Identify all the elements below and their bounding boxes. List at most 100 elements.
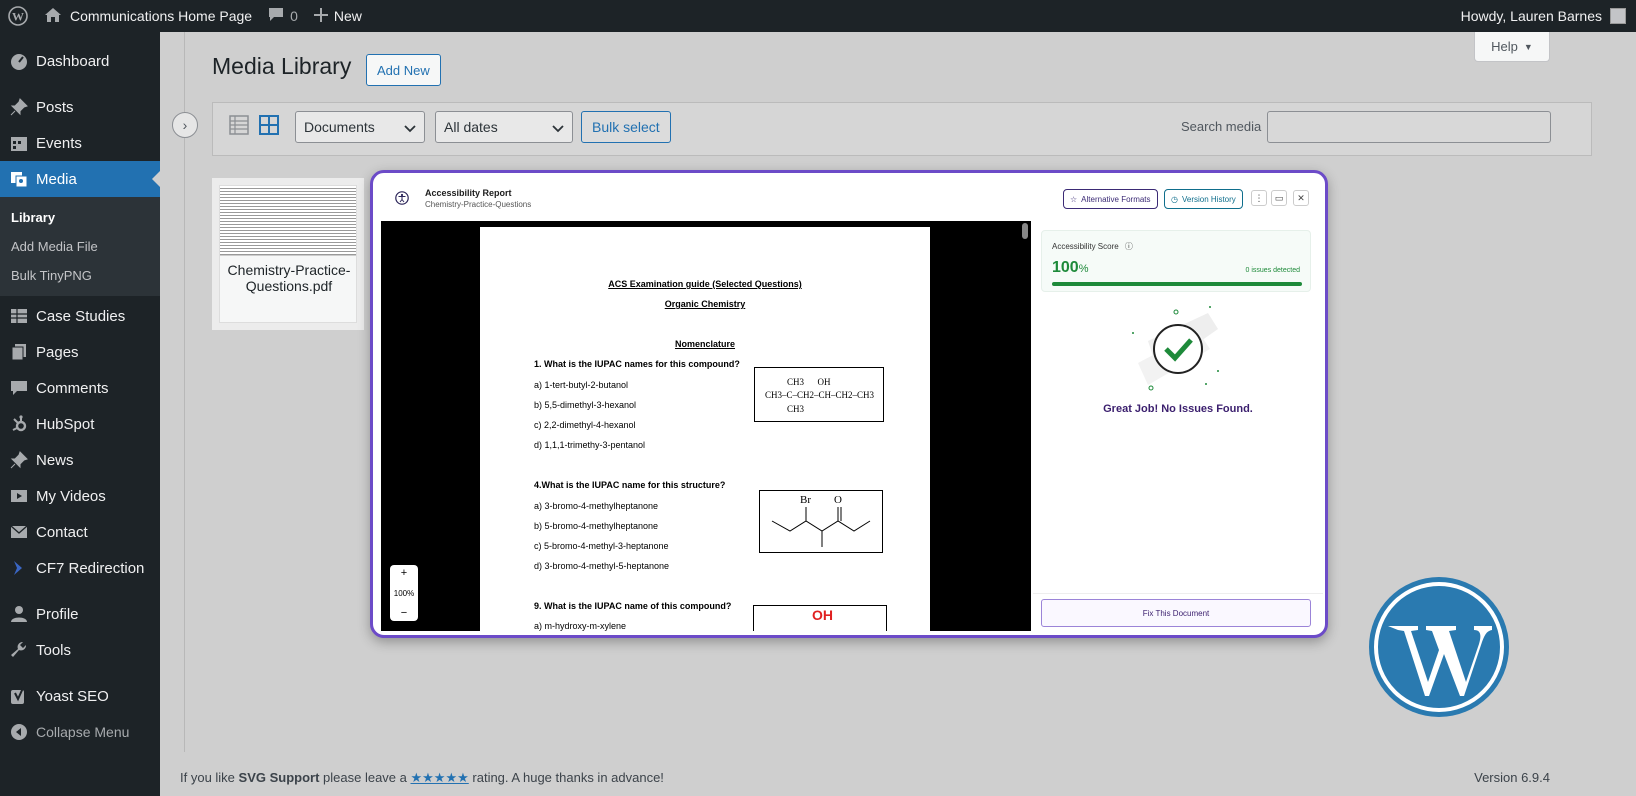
viewer-scrollbar[interactable] [1022,223,1028,239]
triangle-down-icon: ▼ [1523,41,1533,52]
menu-comments[interactable]: Comments [0,370,160,406]
question-9: 9. What is the IUPAC name of this compou… [534,601,732,611]
new-content-link[interactable]: New [306,0,370,32]
pdf-viewer[interactable]: ACS Examination guide (Selected Question… [381,221,1031,631]
menu-label: Collapse Menu [36,724,130,740]
pages-icon [8,343,30,361]
my-account[interactable]: Howdy, Lauren Barnes [1461,8,1636,24]
submenu-library[interactable]: Library [0,203,160,232]
footer-mid: please leave a [319,770,411,785]
admin-bar: W Communications Home Page 0 New Howdy, … [0,0,1636,32]
menu-dashboard[interactable]: Dashboard [0,43,160,79]
menu-label: Pages [36,343,79,361]
menu-news[interactable]: News [0,442,160,478]
accessibility-score-card: Accessibility Score ⓘ 100% 0 issues dete… [1041,230,1311,292]
menu-case-studies[interactable]: Case Studies [0,298,160,334]
menu-label: My Videos [36,487,106,505]
media-toolbar: Documents All dates Bulk select Search m… [212,102,1592,156]
struct1-main-label: CH3–C–CH2–CH–CH2–CH3 [765,390,875,400]
divider [1033,593,1323,594]
score-progress-bar [1052,282,1302,286]
q4-option-b: b) 5-bromo-4-methylheptanone [534,521,659,531]
attachment-filename: Chemistry-Practice-Questions.pdf [227,262,351,294]
layout-toggle-icon[interactable]: ▭ [1271,190,1287,206]
submenu-add-media-file[interactable]: Add Media File [0,232,160,261]
menu-my-videos[interactable]: My Videos [0,478,160,514]
zoom-control: + 100% − [390,565,418,621]
q1-option-b: b) 5,5-dimethyl-3-hexanol [534,400,637,410]
score-label-row: Accessibility Score ⓘ [1052,241,1133,252]
chevron-down-icon [552,121,564,137]
bulk-select-button[interactable]: Bulk select [581,111,671,143]
list-view-icon[interactable] [229,115,249,140]
menu-media[interactable]: Media [0,161,160,197]
hubspot-sprocket-icon [8,415,30,433]
fix-document-button[interactable]: Fix This Document [1041,599,1311,627]
help-tab-button[interactable]: Help ▼ [1474,32,1550,62]
wordpress-logo-icon[interactable]: W [0,0,36,32]
menu-tools[interactable]: Tools [0,632,160,668]
calendar-icon [8,134,30,152]
zoom-out-icon[interactable]: − [401,607,407,619]
menu-label: Tools [36,641,72,659]
comment-bubble-icon [8,379,30,397]
wordpress-watermark-icon [1369,577,1509,717]
struct3-oh-label: OH [812,607,833,623]
q1-option-a: a) 1-tert-butyl-2-butanol [534,380,629,390]
new-label: New [333,8,362,24]
help-label: Help [1491,39,1518,54]
menu-yoast-seo[interactable]: Yoast SEO [0,678,160,714]
avatar [1610,8,1626,24]
search-input[interactable] [1267,111,1551,143]
alternative-formats-button[interactable]: ☆ Alternative Formats [1063,189,1158,209]
zoom-level: 100% [393,588,415,598]
struct2-br-label: Br [800,494,811,506]
score-value: 100 [1052,259,1079,276]
page-title: Media Library [212,53,352,79]
collapse-menu-button[interactable]: Collapse Menu [0,714,160,750]
zoom-in-icon[interactable]: + [401,567,407,579]
attachment-tile[interactable]: Chemistry-Practice-Questions.pdf [212,178,364,330]
more-options-icon[interactable]: ⋮ [1251,190,1267,206]
version-text: Version 6.9.4 [1474,770,1550,785]
video-play-icon [8,487,30,505]
close-icon[interactable]: ✕ [1293,190,1309,206]
info-icon[interactable]: ⓘ [1125,242,1133,251]
doc-title: ACS Examination guide (Selected Question… [608,279,802,289]
filter-date-select[interactable]: All dates [435,111,573,143]
version-history-button[interactable]: ◷ Version History [1164,189,1243,209]
view-switch [229,115,279,140]
pushpin-icon [8,451,30,469]
comments-link[interactable]: 0 [260,0,306,32]
svg-text:W: W [12,10,24,24]
structure-3-image: OH [753,605,887,631]
menu-cf7-redirection[interactable]: CF7 Redirection [0,550,160,586]
accessibility-report-modal: Accessibility Report Chemistry-Practice-… [370,170,1328,638]
menu-posts[interactable]: Posts [0,89,160,125]
menu-hubspot[interactable]: HubSpot [0,406,160,442]
site-name-link[interactable]: Communications Home Page [36,0,260,32]
menu-contact[interactable]: Contact [0,514,160,550]
menu-profile[interactable]: Profile [0,596,160,632]
submenu-bulk-tinypng[interactable]: Bulk TinyPNG [0,261,160,290]
comments-count: 0 [290,8,298,24]
menu-label: Yoast SEO [36,687,109,705]
menu-label: HubSpot [36,415,95,433]
menu-pages[interactable]: Pages [0,334,160,370]
alt-formats-label: Alternative Formats [1081,194,1151,204]
plus-icon [313,7,328,25]
chevron-right-icon[interactable]: › [172,112,198,138]
menu-label: News [36,451,74,469]
grid-view-icon[interactable] [259,115,279,140]
admin-sidebar: Dashboard Posts Events Media Library Add… [0,32,160,796]
doc-subtitle: Organic Chemistry [664,299,746,309]
skeletal-structure-drawing [771,507,871,547]
add-new-button[interactable]: Add New [366,54,441,86]
doc-section: Nomenclature [674,339,736,349]
q4-option-d: d) 3-bromo-4-methyl-5-heptanone [534,561,670,571]
rating-stars-link[interactable]: ★★★★★ [411,770,469,785]
filter-type-select[interactable]: Documents [295,111,425,143]
success-message: Great Job! No Issues Found. [1103,403,1253,415]
comment-bubble-icon [268,7,284,25]
menu-events[interactable]: Events [0,125,160,161]
